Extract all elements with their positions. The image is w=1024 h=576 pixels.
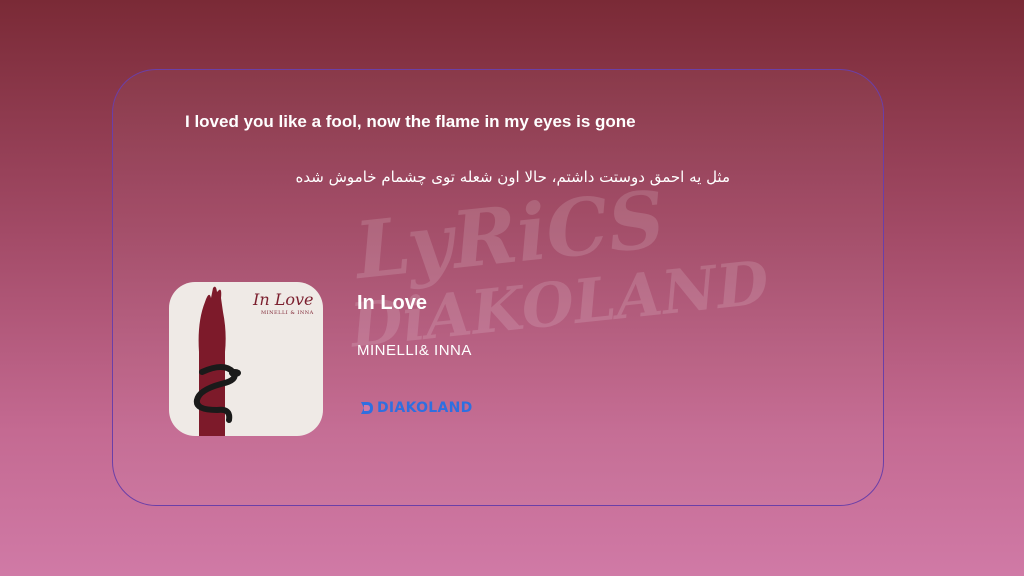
diakoland-logo-icon <box>361 402 373 414</box>
album-cover: In Love MINELLI & INNA <box>169 282 323 436</box>
diakoland-logo: DIAKOLAND <box>359 398 473 418</box>
cover-artist: MINELLI & INNA <box>261 310 314 316</box>
lyric-english: I loved you like a fool, now the flame i… <box>185 112 636 131</box>
lyric-persian: مثل یه احمق دوستت داشتم، حالا اون شعله ت… <box>295 168 730 186</box>
song-artist: MINELLI& INNA <box>357 342 472 359</box>
cover-title: In Love <box>253 290 314 309</box>
song-title: In Love <box>357 292 428 314</box>
diakoland-logo-text: DIAKOLAND <box>377 400 473 416</box>
